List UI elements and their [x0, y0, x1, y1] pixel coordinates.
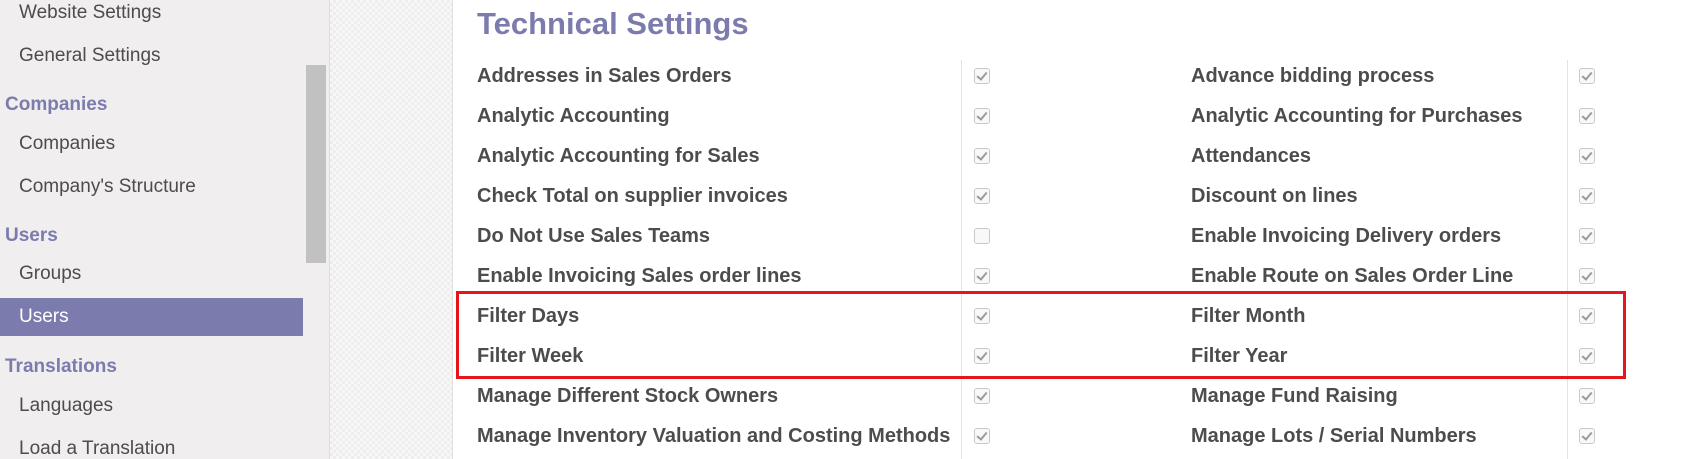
checkbox-manage-inventory-valuation-and-costing-methods[interactable]	[974, 428, 990, 444]
setting-label-enable-route-on-sales-order-line: Enable Route on Sales Order Line	[1191, 265, 1514, 287]
checkbox-filter-week[interactable]	[974, 348, 990, 364]
setting-label-manage-fund-raising: Manage Fund Raising	[1191, 385, 1398, 407]
setting-label-addresses-in-sales-orders: Addresses in Sales Orders	[477, 65, 732, 87]
checkbox-filter-days[interactable]	[974, 308, 990, 324]
background-gutter	[329, 0, 452, 459]
checkbox-manage-different-stock-owners[interactable]	[974, 388, 990, 404]
checkbox-enable-invoicing-delivery-orders[interactable]	[1579, 228, 1595, 244]
setting-label-manage-lots-serial-numbers: Manage Lots / Serial Numbers	[1191, 425, 1477, 447]
setting-label-analytic-accounting-for-purchases: Analytic Accounting for Purchases	[1191, 105, 1523, 127]
setting-label-filter-year: Filter Year	[1191, 345, 1288, 367]
checkbox-manage-lots-serial-numbers[interactable]	[1579, 428, 1595, 444]
checkbox-addresses-in-sales-orders[interactable]	[974, 68, 990, 84]
setting-label-filter-month: Filter Month	[1191, 305, 1306, 327]
sidebar-item-users[interactable]: Users	[0, 298, 303, 336]
column-separator-left	[961, 60, 962, 459]
setting-label-analytic-accounting: Analytic Accounting	[477, 105, 670, 127]
checkbox-analytic-accounting[interactable]	[974, 108, 990, 124]
setting-label-filter-days: Filter Days	[477, 305, 580, 327]
sidebar-section-translations: Translations	[5, 356, 117, 377]
sidebar-item-load-a-translation[interactable]: Load a Translation	[0, 430, 303, 459]
checkbox-filter-month[interactable]	[1579, 308, 1595, 324]
sidebar-section-companies: Companies	[5, 94, 108, 115]
checkbox-advance-bidding-process[interactable]	[1579, 68, 1595, 84]
checkbox-enable-route-on-sales-order-line[interactable]	[1579, 268, 1595, 284]
checkbox-analytic-accounting-for-sales[interactable]	[974, 148, 990, 164]
sidebar-item-general-settings[interactable]: General Settings	[0, 37, 303, 75]
sidebar-scrollbar-thumb[interactable]	[306, 65, 326, 263]
setting-label-advance-bidding-process: Advance bidding process	[1191, 65, 1435, 87]
sidebar-section-users: Users	[5, 225, 58, 246]
checkbox-attendances[interactable]	[1579, 148, 1595, 164]
column-separator-right	[1567, 60, 1568, 459]
setting-label-enable-invoicing-delivery-orders: Enable Invoicing Delivery orders	[1191, 225, 1502, 247]
sidebar-item-groups[interactable]: Groups	[0, 255, 303, 293]
setting-label-manage-different-stock-owners: Manage Different Stock Owners	[477, 385, 779, 407]
checkbox-enable-invoicing-sales-order-lines[interactable]	[974, 268, 990, 284]
checkbox-discount-on-lines[interactable]	[1579, 188, 1595, 204]
checkbox-manage-fund-raising[interactable]	[1579, 388, 1595, 404]
setting-label-manage-inventory-valuation-and-costing-methods: Manage Inventory Valuation and Costing M…	[477, 425, 951, 447]
checkbox-do-not-use-sales-teams[interactable]	[974, 228, 990, 244]
checkbox-filter-year[interactable]	[1579, 348, 1595, 364]
setting-label-discount-on-lines: Discount on lines	[1191, 185, 1358, 207]
sidebar-item-website-settings[interactable]: Website Settings	[0, 0, 303, 32]
sidebar-item-companies[interactable]: Companies	[0, 125, 303, 163]
sidebar: Website Settings General Settings Companie…	[0, 0, 305, 459]
checkbox-check-total-on-supplier-invoices[interactable]	[974, 188, 990, 204]
setting-label-enable-invoicing-sales-order-lines: Enable Invoicing Sales order lines	[477, 265, 802, 287]
sidebar-item-company-s-structure[interactable]: Company's Structure	[0, 168, 303, 206]
setting-label-do-not-use-sales-teams: Do Not Use Sales Teams	[477, 225, 711, 247]
setting-label-analytic-accounting-for-sales: Analytic Accounting for Sales	[477, 145, 760, 167]
setting-label-filter-week: Filter Week	[477, 345, 584, 367]
sidebar-item-languages[interactable]: Languages	[0, 387, 303, 425]
setting-label-attendances: Attendances	[1191, 145, 1312, 167]
setting-label-check-total-on-supplier-invoices: Check Total on supplier invoices	[477, 185, 788, 207]
checkbox-analytic-accounting-for-purchases[interactable]	[1579, 108, 1595, 124]
page-title: Technical Settings	[477, 6, 749, 41]
